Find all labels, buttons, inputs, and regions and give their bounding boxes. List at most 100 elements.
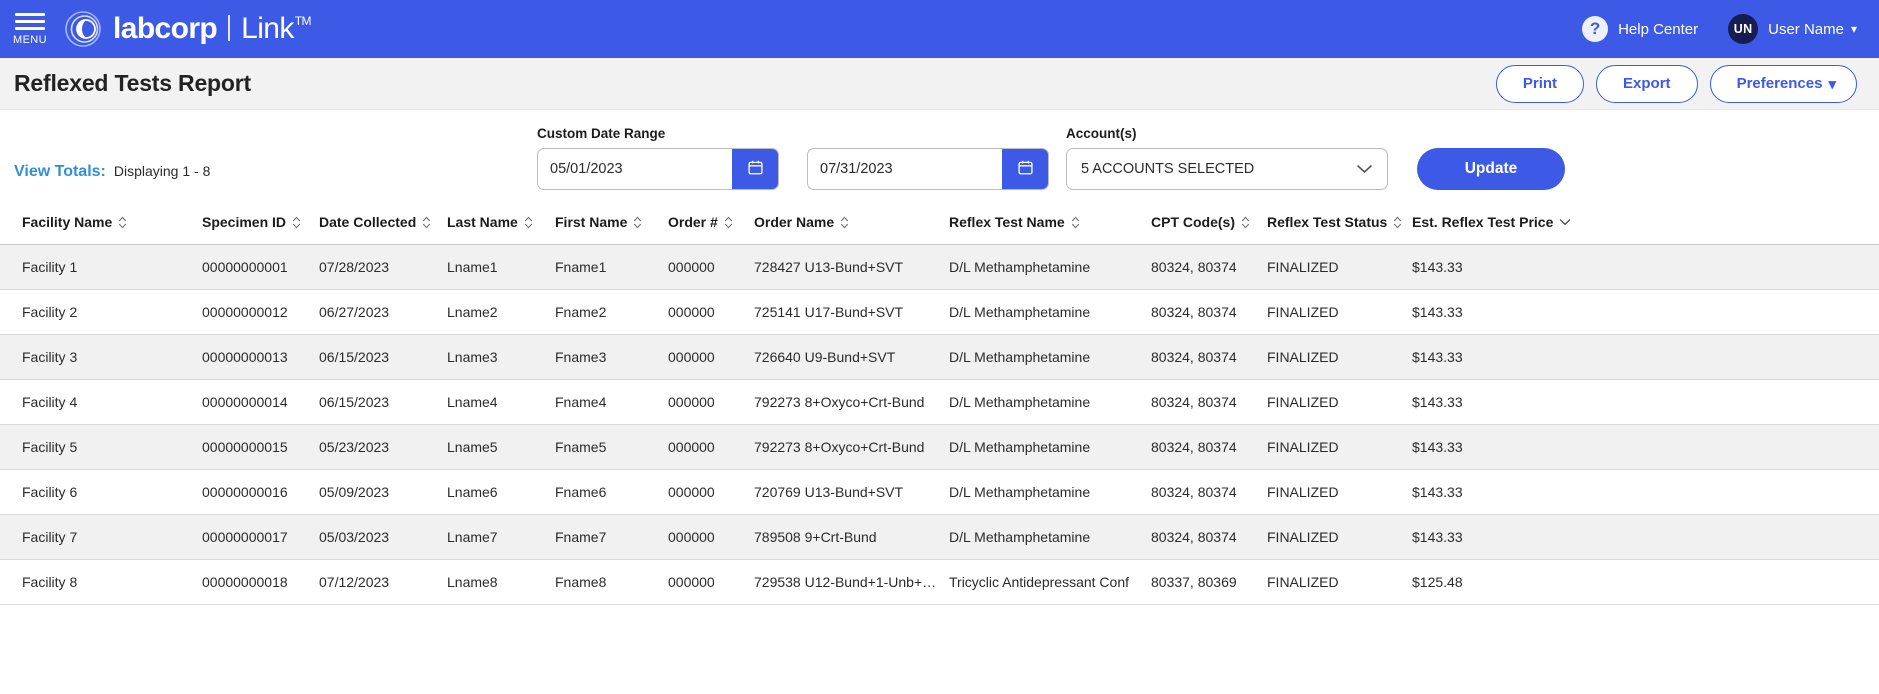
cell-cpt-codes: 80337, 80369: [1145, 560, 1261, 605]
cell-reflex-test-status: FINALIZED: [1261, 560, 1406, 605]
cell-first-name: Fname6: [549, 470, 662, 515]
column-header-cpt-codes[interactable]: CPT Code(s): [1145, 206, 1261, 245]
column-label: Date Collected: [319, 214, 416, 230]
column-header-facility-name[interactable]: Facility Name: [0, 206, 196, 245]
table-row[interactable]: Facility 50000000001505/23/2023Lname5Fna…: [0, 425, 1879, 470]
sort-both-icon: [292, 216, 301, 229]
preferences-button-label: Preferences: [1737, 75, 1823, 92]
help-center-label: Help Center: [1618, 21, 1698, 38]
accounts-selected-value: 5 ACCOUNTS SELECTED: [1081, 161, 1254, 177]
hamburger-icon: [15, 13, 45, 34]
table-body: Facility 10000000000107/28/2023Lname1Fna…: [0, 245, 1879, 605]
accounts-select[interactable]: 5 ACCOUNTS SELECTED: [1066, 148, 1388, 190]
table-row[interactable]: Facility 30000000001306/15/2023Lname3Fna…: [0, 335, 1879, 380]
column-header-specimen-id[interactable]: Specimen ID: [196, 206, 313, 245]
print-button[interactable]: Print: [1496, 65, 1584, 103]
column-header-order-name[interactable]: Order Name: [748, 206, 943, 245]
user-menu[interactable]: UN User Name ▾: [1728, 14, 1857, 44]
cell-est-price: $143.33: [1406, 335, 1879, 380]
sort-both-icon: [724, 216, 733, 229]
reflexed-tests-table: Facility Name Specimen ID Date Collected…: [0, 206, 1879, 605]
column-header-reflex-test-name[interactable]: Reflex Test Name: [943, 206, 1145, 245]
end-date-field[interactable]: [807, 148, 1049, 190]
cell-facility-name: Facility 1: [0, 245, 196, 290]
column-header-first-name[interactable]: First Name: [549, 206, 662, 245]
cell-last-name: Lname3: [441, 335, 549, 380]
cell-specimen-id: 00000000018: [196, 560, 313, 605]
table-row[interactable]: Facility 20000000001206/27/2023Lname2Fna…: [0, 290, 1879, 335]
cell-last-name: Lname2: [441, 290, 549, 335]
table-row[interactable]: Facility 70000000001705/03/2023Lname7Fna…: [0, 515, 1879, 560]
start-date-field[interactable]: [537, 148, 779, 190]
cell-est-price: $143.33: [1406, 380, 1879, 425]
cell-facility-name: Facility 5: [0, 425, 196, 470]
cell-order-number: 000000: [662, 335, 748, 380]
cell-order-number: 000000: [662, 560, 748, 605]
end-date-input[interactable]: [808, 149, 1002, 189]
end-date-calendar-button[interactable]: [1002, 149, 1048, 189]
labcorp-circles-icon: [64, 10, 102, 48]
column-label: Est. Reflex Test Price: [1412, 214, 1553, 230]
sort-both-icon: [633, 216, 642, 229]
cell-specimen-id: 00000000015: [196, 425, 313, 470]
cell-reflex-test-status: FINALIZED: [1261, 515, 1406, 560]
sort-both-icon: [422, 216, 431, 229]
brand-logo[interactable]: labcorp Link TM: [64, 10, 310, 48]
preferences-button[interactable]: Preferences ▾: [1710, 65, 1857, 103]
cell-last-name: Lname1: [441, 245, 549, 290]
cell-cpt-codes: 80324, 80374: [1145, 515, 1261, 560]
custom-date-range-label: Custom Date Range: [537, 126, 1049, 141]
column-header-reflex-test-status[interactable]: Reflex Test Status: [1261, 206, 1406, 245]
table-row[interactable]: Facility 60000000001605/09/2023Lname6Fna…: [0, 470, 1879, 515]
cell-date-collected: 05/03/2023: [313, 515, 441, 560]
cell-cpt-codes: 80324, 80374: [1145, 380, 1261, 425]
table-header-row: Facility Name Specimen ID Date Collected…: [0, 206, 1879, 245]
sort-both-icon: [118, 216, 127, 229]
page-title-bar: Reflexed Tests Report Print Export Prefe…: [0, 58, 1879, 110]
cell-reflex-test-status: FINALIZED: [1261, 245, 1406, 290]
column-header-order-number[interactable]: Order #: [662, 206, 748, 245]
cell-date-collected: 07/28/2023: [313, 245, 441, 290]
cell-specimen-id: 00000000016: [196, 470, 313, 515]
table-row[interactable]: Facility 10000000000107/28/2023Lname1Fna…: [0, 245, 1879, 290]
cell-facility-name: Facility 4: [0, 380, 196, 425]
cell-cpt-codes: 80324, 80374: [1145, 425, 1261, 470]
cell-reflex-test-name: D/L Methamphetamine: [943, 515, 1145, 560]
cell-first-name: Fname7: [549, 515, 662, 560]
cell-last-name: Lname4: [441, 380, 549, 425]
cell-facility-name: Facility 3: [0, 335, 196, 380]
question-mark-icon: ?: [1582, 16, 1608, 42]
export-button[interactable]: Export: [1596, 65, 1698, 103]
view-totals-link[interactable]: View Totals:: [14, 163, 106, 181]
table-header: Facility Name Specimen ID Date Collected…: [0, 206, 1879, 245]
cell-specimen-id: 00000000014: [196, 380, 313, 425]
column-header-date-collected[interactable]: Date Collected: [313, 206, 441, 245]
displaying-count: Displaying 1 - 8: [114, 163, 211, 179]
sort-both-icon: [1241, 216, 1250, 229]
cell-facility-name: Facility 7: [0, 515, 196, 560]
help-center-link[interactable]: ? Help Center: [1582, 16, 1698, 42]
cell-order-name: 720769 U13-Bund+SVT: [748, 470, 943, 515]
cell-date-collected: 06/15/2023: [313, 380, 441, 425]
cell-specimen-id: 00000000013: [196, 335, 313, 380]
cell-specimen-id: 00000000001: [196, 245, 313, 290]
cell-first-name: Fname1: [549, 245, 662, 290]
cell-first-name: Fname3: [549, 335, 662, 380]
cell-last-name: Lname5: [441, 425, 549, 470]
column-header-est-reflex-test-price[interactable]: Est. Reflex Test Price: [1406, 206, 1879, 245]
custom-date-range-group: Custom Date Range: [537, 126, 1049, 190]
table-row[interactable]: Facility 80000000001807/12/2023Lname8Fna…: [0, 560, 1879, 605]
results-table-container: Facility Name Specimen ID Date Collected…: [0, 206, 1879, 605]
start-date-calendar-button[interactable]: [732, 149, 778, 189]
cell-reflex-test-name: D/L Methamphetamine: [943, 290, 1145, 335]
column-label: Facility Name: [22, 214, 112, 230]
table-row[interactable]: Facility 40000000001406/15/2023Lname4Fna…: [0, 380, 1879, 425]
start-date-input[interactable]: [538, 149, 732, 189]
cell-reflex-test-name: Tricyclic Antidepressant Conf: [943, 560, 1145, 605]
cell-date-collected: 06/27/2023: [313, 290, 441, 335]
update-button[interactable]: Update: [1417, 148, 1565, 190]
column-header-last-name[interactable]: Last Name: [441, 206, 549, 245]
user-name-label: User Name: [1768, 21, 1844, 38]
cell-date-collected: 06/15/2023: [313, 335, 441, 380]
menu-button[interactable]: MENU: [10, 13, 50, 46]
